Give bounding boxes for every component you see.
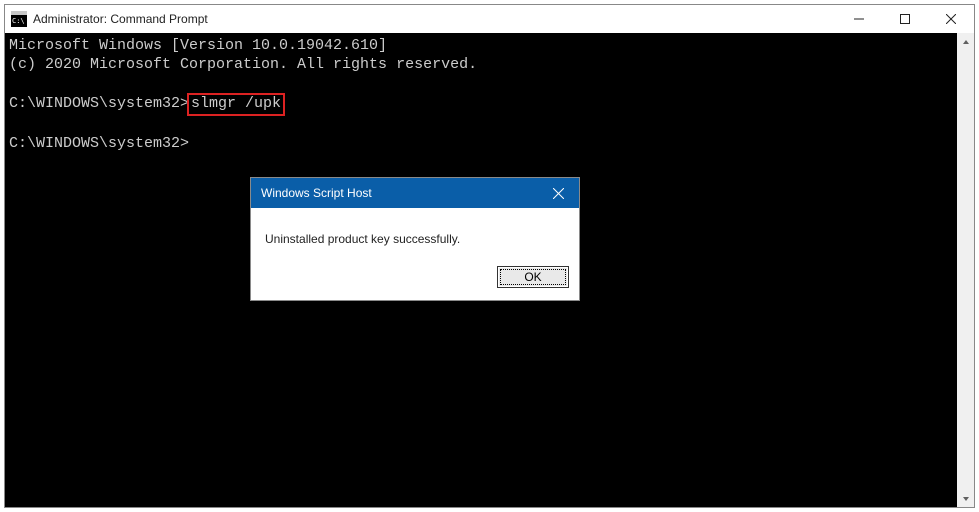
- command-highlight: slmgr /upk: [187, 93, 285, 116]
- console-line: C:\WINDOWS\system32>slmgr /upk: [9, 93, 953, 116]
- ok-button[interactable]: OK: [497, 266, 569, 288]
- vertical-scrollbar[interactable]: [957, 33, 974, 507]
- titlebar[interactable]: C:\ Administrator: Command Prompt: [5, 5, 974, 33]
- script-host-dialog: Windows Script Host Uninstalled product …: [250, 177, 580, 301]
- dialog-titlebar[interactable]: Windows Script Host: [251, 178, 579, 208]
- console-line: [9, 75, 953, 94]
- scroll-up-arrow-icon[interactable]: [957, 33, 974, 50]
- dialog-footer: OK: [251, 258, 579, 300]
- prompt-path: C:\WINDOWS\system32>: [9, 135, 189, 152]
- command-text: slmgr /upk: [191, 95, 281, 112]
- cmd-icon: C:\: [11, 11, 27, 27]
- maximize-button[interactable]: [882, 5, 928, 33]
- dialog-close-button[interactable]: [537, 178, 579, 208]
- console-line: Microsoft Windows [Version 10.0.19042.61…: [9, 37, 953, 56]
- console-line: C:\WINDOWS\system32>: [9, 135, 953, 154]
- window-controls: [836, 5, 974, 33]
- dialog-title: Windows Script Host: [261, 186, 372, 200]
- dialog-message: Uninstalled product key successfully.: [251, 208, 579, 258]
- console-line: [9, 116, 953, 135]
- window-title: Administrator: Command Prompt: [33, 12, 208, 26]
- console-line: (c) 2020 Microsoft Corporation. All righ…: [9, 56, 953, 75]
- close-button[interactable]: [928, 5, 974, 33]
- minimize-button[interactable]: [836, 5, 882, 33]
- prompt-path: C:\WINDOWS\system32>: [9, 95, 189, 112]
- svg-text:C:\: C:\: [12, 17, 25, 25]
- scroll-down-arrow-icon[interactable]: [957, 490, 974, 507]
